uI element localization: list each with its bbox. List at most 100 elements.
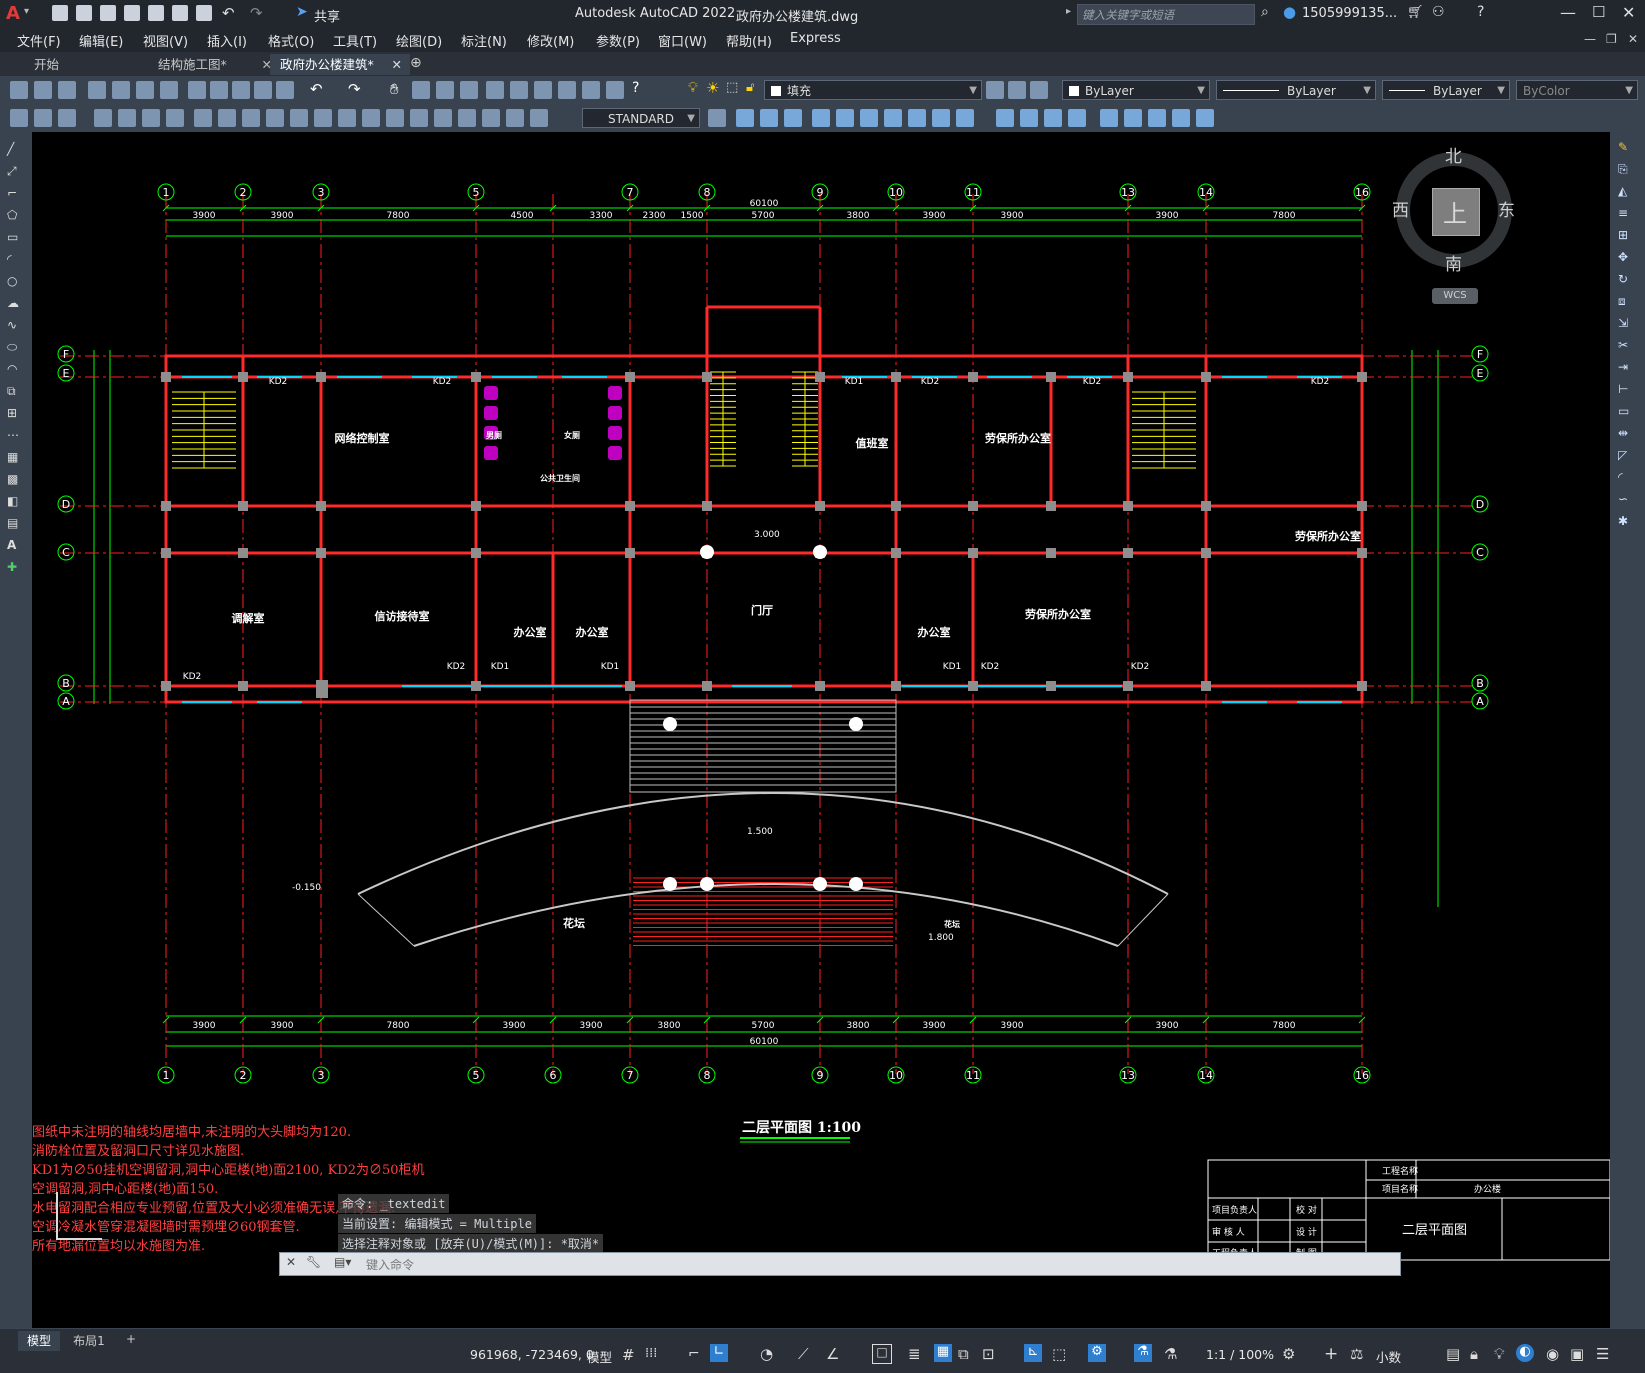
- annotation-scale-value[interactable]: 1:1 / 100%: [1206, 1347, 1274, 1362]
- tab-start[interactable]: 开始: [24, 54, 154, 75]
- new-file-icon[interactable]: [52, 5, 68, 21]
- units-value[interactable]: 小数: [1376, 1347, 1401, 1366]
- wcs-menu[interactable]: WCS: [1432, 288, 1478, 304]
- quick-properties-icon[interactable]: ▤: [1446, 1345, 1460, 1363]
- paste-icon[interactable]: [232, 81, 250, 99]
- nw-iso-icon[interactable]: [956, 109, 974, 127]
- close-icon[interactable]: ✕: [1622, 3, 1635, 22]
- rotate-icon[interactable]: ↻: [1618, 272, 1636, 288]
- layer-properties-icon[interactable]: [986, 81, 1004, 99]
- customization-icon[interactable]: ☰: [1596, 1345, 1609, 1363]
- menu-help[interactable]: 帮助(H): [726, 31, 772, 50]
- search-icon[interactable]: ⌕: [1261, 4, 1269, 20]
- dim-edit-icon[interactable]: [434, 109, 452, 127]
- menu-view[interactable]: 视图(V): [143, 31, 188, 50]
- layer-on-icon[interactable]: 💡︎: [688, 80, 698, 96]
- match-properties-icon[interactable]: [254, 81, 272, 99]
- user-icon[interactable]: ●: [1283, 3, 1296, 21]
- tab-layout1[interactable]: 布局1: [68, 1331, 110, 1351]
- cut-icon[interactable]: [188, 81, 206, 99]
- close-command-icon[interactable]: ✕: [286, 1255, 296, 1269]
- recent-commands-icon[interactable]: ▤▾: [334, 1255, 351, 1269]
- properties-icon[interactable]: [486, 81, 504, 99]
- redo-icon[interactable]: ↷: [348, 80, 361, 98]
- markup-icon[interactable]: [582, 81, 600, 99]
- osnap-icon[interactable]: □: [872, 1344, 892, 1364]
- save-as-icon[interactable]: [124, 5, 140, 21]
- construction-line-icon[interactable]: ⤢: [7, 164, 25, 180]
- dim-update-icon[interactable]: [482, 109, 500, 127]
- layer-thaw-icon[interactable]: ☀: [706, 79, 719, 97]
- isolate-objects-icon[interactable]: 💡︎: [1494, 1345, 1505, 1363]
- autocad-logo-icon[interactable]: A: [6, 3, 20, 24]
- break-point-icon[interactable]: ⊢: [1618, 382, 1636, 398]
- text-style-dropdown[interactable]: STANDARD ▼: [582, 108, 700, 128]
- search-chevron-icon[interactable]: ▸: [1066, 6, 1071, 17]
- make-current-icon[interactable]: [1008, 81, 1026, 99]
- insert-block-icon[interactable]: ⧉: [7, 384, 25, 400]
- print-icon[interactable]: [88, 81, 106, 99]
- ucs-previous-icon[interactable]: [1044, 109, 1062, 127]
- zoom-previous-icon[interactable]: [460, 81, 478, 99]
- circle-icon[interactable]: ○: [7, 274, 25, 290]
- menu-insert[interactable]: 插入(I): [207, 31, 247, 50]
- chamfer-icon[interactable]: ◸: [1618, 448, 1636, 464]
- viewcube-face[interactable]: 上: [1432, 188, 1480, 236]
- cart-icon[interactable]: 🛒︎: [1407, 5, 1424, 20]
- make-block-icon[interactable]: ⊞: [7, 406, 25, 422]
- design-center-icon[interactable]: [510, 81, 528, 99]
- units-icon[interactable]: ⚖: [1350, 1345, 1363, 1363]
- center-mark-icon[interactable]: [362, 109, 380, 127]
- line-icon[interactable]: ╱: [7, 142, 25, 158]
- open-icon[interactable]: [34, 81, 52, 99]
- drawing-area[interactable]: 1 2 3 5 7 8 9 10 11 13 14 16 1 2 3 5 6 7 8 9 10 11 13 14 16 FED…: [32, 132, 1610, 1328]
- sheet-set-icon[interactable]: [558, 81, 576, 99]
- menu-format[interactable]: 格式(O): [268, 31, 314, 50]
- linetype-dropdown[interactable]: ByLayer ▼: [1216, 80, 1376, 100]
- ne-iso-icon[interactable]: [932, 109, 950, 127]
- menu-window[interactable]: 窗口(W): [658, 31, 707, 50]
- color-dropdown[interactable]: ByLayer ▼: [1062, 80, 1210, 100]
- annotation-scale-icon[interactable]: ⚗: [1164, 1345, 1177, 1363]
- tab-structural[interactable]: 结构施工图* ✕: [148, 54, 280, 75]
- preview-icon[interactable]: [112, 81, 130, 99]
- ordinate-dim-icon[interactable]: [94, 109, 112, 127]
- search-input[interactable]: 键入关键字或短语: [1077, 4, 1255, 25]
- 3d-view-bottom-icon[interactable]: [760, 109, 778, 127]
- add-selected-icon[interactable]: ✚: [7, 560, 25, 576]
- isodraft-icon[interactable]: ⟋: [798, 1345, 809, 1363]
- stretch-icon[interactable]: ⇲: [1618, 316, 1636, 332]
- annotation-visibility-icon[interactable]: ⚙: [1088, 1344, 1106, 1362]
- 3d-view-right-icon[interactable]: [812, 109, 830, 127]
- menu-tools[interactable]: 工具(T): [333, 31, 377, 50]
- snap-icon[interactable]: ⁞⁞⁞: [645, 1346, 657, 1361]
- angular-dim-icon[interactable]: [194, 109, 212, 127]
- compass-east[interactable]: 东: [1498, 196, 1515, 221]
- minimize-icon[interactable]: —: [1560, 3, 1576, 22]
- auto-scale-icon[interactable]: ⚗: [1134, 1344, 1152, 1362]
- pan-icon[interactable]: ✋︎: [390, 80, 399, 98]
- share-button[interactable]: 共享: [314, 6, 340, 25]
- clean-screen-icon[interactable]: ▣: [1570, 1345, 1584, 1363]
- layer-previous-icon[interactable]: [1030, 81, 1048, 99]
- publish-icon[interactable]: [136, 81, 154, 99]
- gradient-icon[interactable]: ▩: [7, 472, 25, 488]
- 3d-view-top-icon[interactable]: [736, 109, 754, 127]
- polar-icon[interactable]: ◔: [760, 1345, 773, 1363]
- lock-ui-icon[interactable]: 🔒︎: [1470, 1345, 1478, 1363]
- lineweight-icon[interactable]: ≣: [908, 1345, 921, 1363]
- menu-dimension[interactable]: 标注(N): [461, 31, 507, 50]
- command-input[interactable]: 键入命令: [366, 1256, 414, 1273]
- dim-override-icon[interactable]: [530, 109, 548, 127]
- transparency-icon[interactable]: ▦: [934, 1344, 952, 1362]
- layer-vp-icon[interactable]: ⬚: [726, 80, 738, 95]
- offset-icon[interactable]: ≡: [1618, 206, 1636, 222]
- blend-icon[interactable]: ∽: [1618, 492, 1636, 508]
- array-icon[interactable]: ⊞: [1618, 228, 1636, 244]
- hatch-icon[interactable]: ▦: [7, 450, 25, 466]
- polygon-icon[interactable]: ⬠: [7, 208, 25, 224]
- 3d-view-left-icon[interactable]: [784, 109, 802, 127]
- linear-dim-icon[interactable]: [10, 109, 28, 127]
- annotation-monitor-icon[interactable]: +: [1324, 1344, 1338, 1364]
- tab-close-icon[interactable]: ✕: [392, 54, 402, 75]
